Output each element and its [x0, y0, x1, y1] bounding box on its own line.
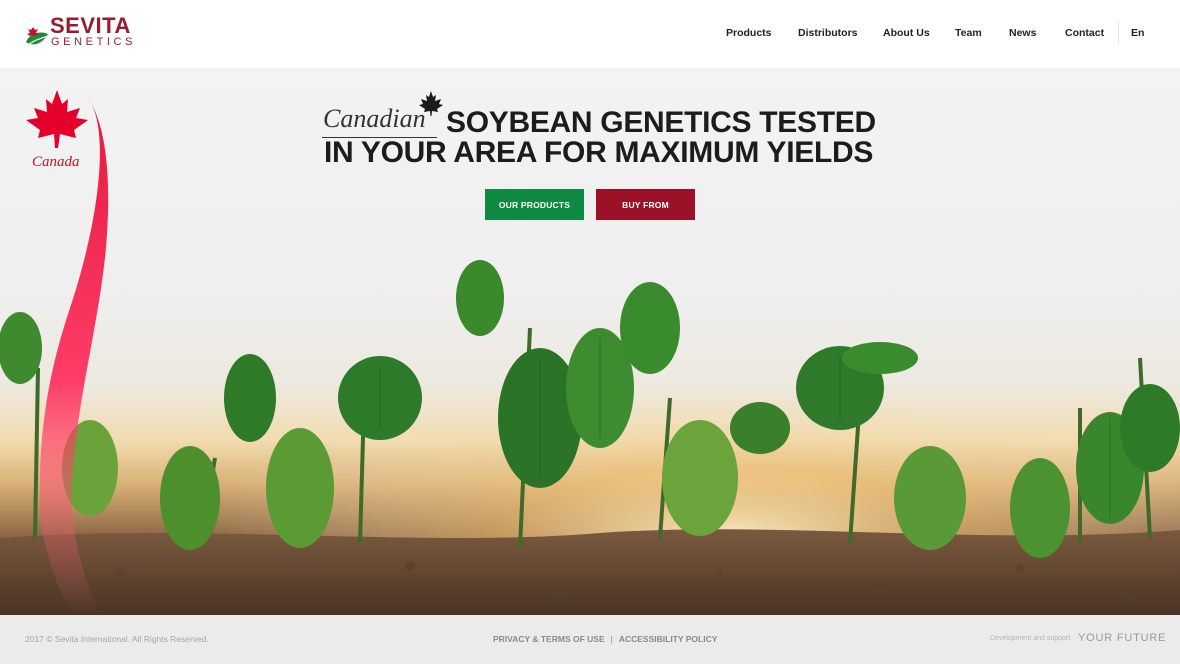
canada-badge: Canada — [32, 154, 80, 170]
leaf-logo-icon — [26, 28, 49, 46]
footer-links: PRIVACY & TERMS OF USE | ACCESSIBILITY POL… — [493, 634, 717, 644]
accessibility-policy-link[interactable]: ACCESSIBILITY POLICY — [619, 634, 718, 644]
developer-brand-link[interactable]: YOUR FUTURE — [1078, 632, 1166, 644]
nav-item-products[interactable]: Products — [726, 27, 772, 39]
headline-line-2: IN YOUR AREA FOR MAXIMUM YIELDS — [324, 136, 874, 169]
headline-line-1: SOYBEAN GENETICS TESTED — [446, 106, 876, 139]
nav-item-team[interactable]: Team — [955, 27, 982, 39]
nav-item-news[interactable]: News — [1009, 27, 1036, 39]
headline-canadian: Canadian — [323, 104, 426, 133]
sevita-logo[interactable]: SEVITA GENETICS — [24, 14, 144, 54]
buy-from-button[interactable]: BUY FROM — [596, 189, 695, 220]
site-footer: 2017 © Sevita International. All Rights … — [0, 615, 1180, 664]
nav-divider — [1118, 22, 1119, 44]
hero-banner: Canada Canadian SOYBEAN GENETICS TESTED … — [0, 68, 1180, 615]
footer-link-separator: | — [610, 634, 613, 644]
copyright-text: 2017 © Sevita International. All Rights … — [25, 634, 209, 644]
nav-item-distributors[interactable]: Distributors — [798, 27, 858, 39]
nav-item-contact[interactable]: Contact — [1065, 27, 1104, 39]
privacy-terms-link[interactable]: PRIVACY & TERMS OF USE — [493, 634, 605, 644]
site-header: SEVITA GENETICS Products Distributors Ab… — [0, 0, 1180, 68]
our-products-button[interactable]: OUR PRODUCTS — [485, 189, 584, 220]
maple-leaf-small-icon — [419, 91, 443, 116]
logo-wordmark-top: SEVITA — [50, 13, 131, 38]
maple-leaf-icon — [26, 90, 88, 148]
language-switch[interactable]: En — [1131, 27, 1144, 39]
logo-wordmark-bottom: GENETICS — [51, 36, 137, 48]
developer-credit: Development and support — [990, 635, 1071, 642]
nav-item-about-us[interactable]: About Us — [883, 27, 930, 39]
